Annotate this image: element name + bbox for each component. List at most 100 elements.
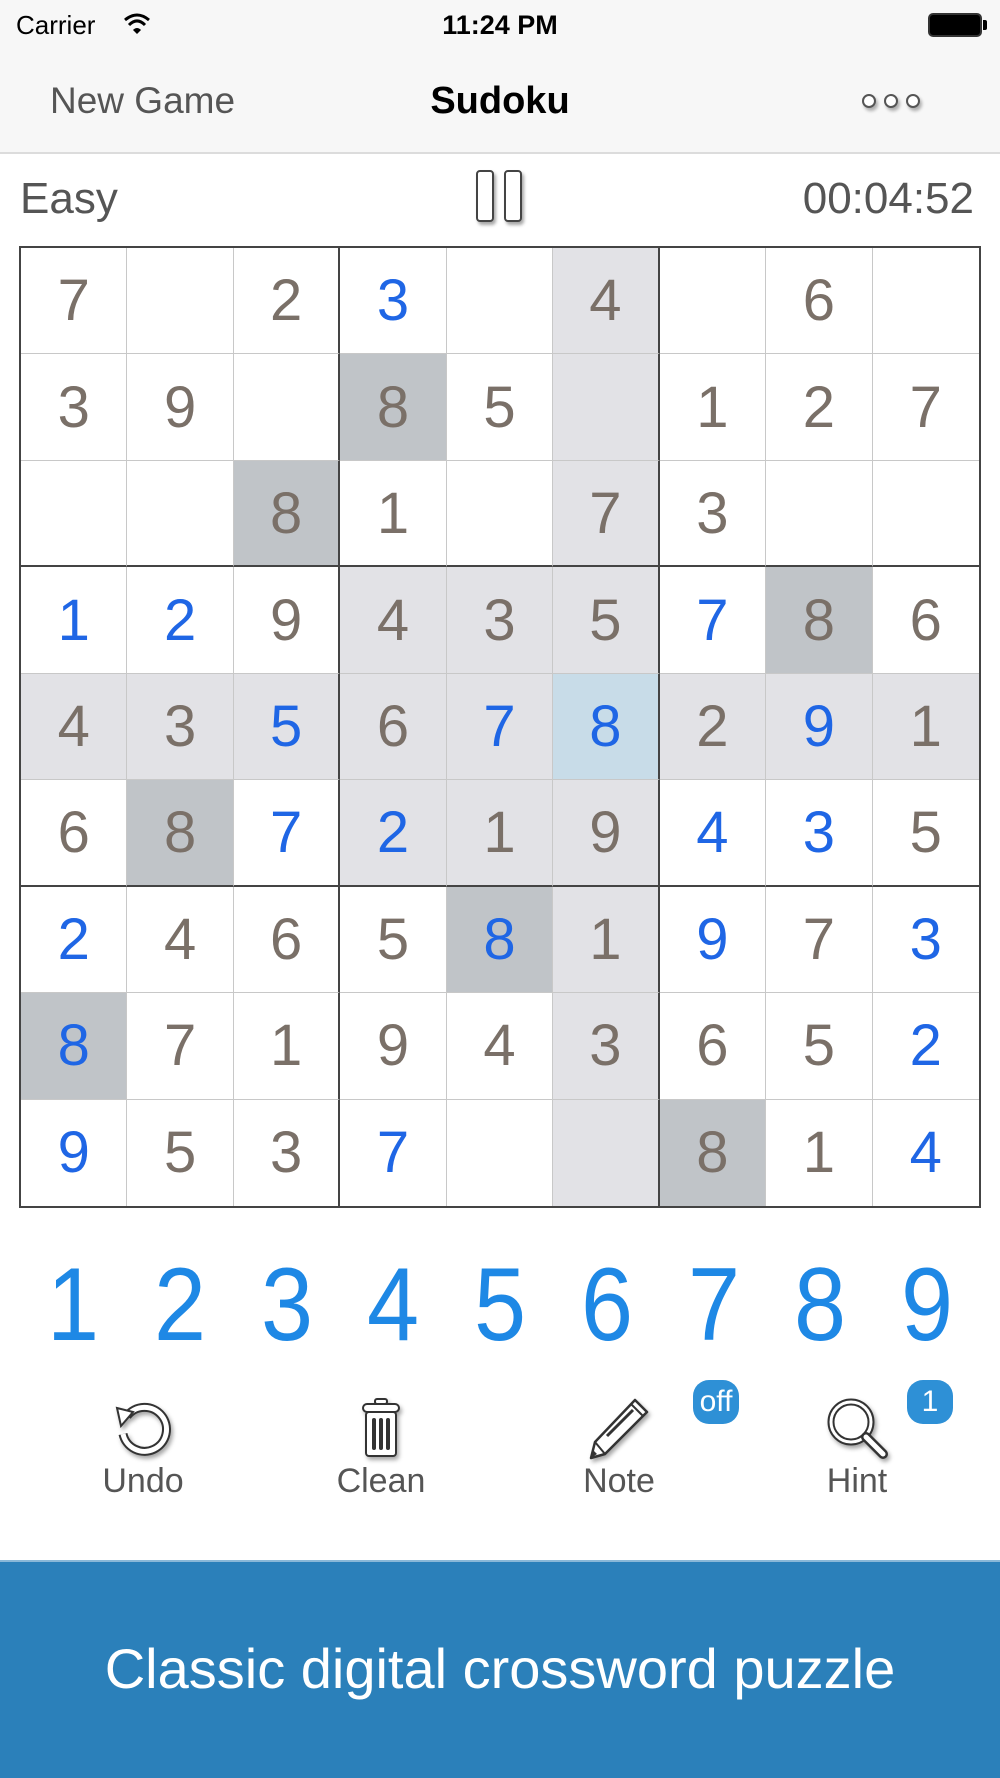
sudoku-cell[interactable]: 3 [127,673,234,781]
number-key-9[interactable]: 9 [879,1250,974,1360]
sudoku-cell[interactable]: 4 [446,993,554,1100]
sudoku-cell[interactable]: 8 [340,354,447,461]
sudoku-cell[interactable]: 1 [872,673,979,781]
sudoku-cell[interactable]: 2 [766,354,873,461]
sudoku-cell[interactable]: 6 [872,567,979,674]
sudoku-cell[interactable]: 7 [340,1099,447,1206]
sudoku-cell[interactable]: 6 [659,993,767,1100]
number-key-1[interactable]: 1 [25,1250,120,1360]
sudoku-cell[interactable]: 7 [21,248,128,355]
sudoku-cell[interactable]: 1 [659,354,767,461]
promo-banner[interactable]: Classic digital crossword puzzle [0,1560,1000,1778]
sudoku-cell[interactable] [446,460,554,568]
number-key-8[interactable]: 8 [773,1250,868,1360]
sudoku-cell[interactable]: 6 [233,886,341,994]
sudoku-cell[interactable] [872,248,979,355]
sudoku-cell[interactable] [872,460,979,568]
sudoku-cell[interactable]: 4 [340,567,447,674]
number-key-6[interactable]: 6 [559,1250,654,1360]
sudoku-cell[interactable] [446,1099,554,1206]
undo-button[interactable]: Undo [63,1392,223,1522]
sudoku-cell[interactable]: 4 [21,673,128,781]
pause-button[interactable] [474,170,528,226]
sudoku-cell[interactable]: 7 [127,993,234,1100]
sudoku-cell[interactable]: 4 [553,248,660,355]
sudoku-cell[interactable]: 7 [872,354,979,461]
number-key-5[interactable]: 5 [452,1250,547,1360]
sudoku-cell[interactable]: 8 [766,567,873,674]
sudoku-cell[interactable]: 6 [21,780,128,887]
sudoku-cell[interactable]: 3 [659,460,767,568]
sudoku-cell[interactable]: 8 [233,460,341,568]
sudoku-cell[interactable]: 8 [446,886,554,994]
sudoku-cell[interactable] [233,354,341,461]
number-key-7[interactable]: 7 [666,1250,761,1360]
number-key-2[interactable]: 2 [132,1250,227,1360]
sudoku-cell[interactable] [659,248,767,355]
sudoku-cell[interactable]: 8 [553,673,660,781]
sudoku-cell[interactable]: 8 [659,1099,767,1206]
sudoku-cell[interactable]: 3 [766,780,873,887]
sudoku-cell[interactable]: 7 [446,673,554,781]
sudoku-cell[interactable] [127,248,234,355]
number-key-4[interactable]: 4 [346,1250,441,1360]
sudoku-cell[interactable]: 3 [446,567,554,674]
sudoku-cell[interactable] [553,354,660,461]
sudoku-cell[interactable]: 3 [233,1099,341,1206]
sudoku-cell[interactable]: 3 [21,354,128,461]
sudoku-cell[interactable]: 2 [340,780,447,887]
sudoku-cell[interactable]: 2 [127,567,234,674]
sudoku-cell[interactable]: 7 [659,567,767,674]
sudoku-cell[interactable]: 5 [553,567,660,674]
sudoku-cell[interactable]: 6 [340,673,447,781]
sudoku-cell[interactable]: 9 [659,886,767,994]
sudoku-cell[interactable] [553,1099,660,1206]
sudoku-cell[interactable]: 9 [127,354,234,461]
clean-label: Clean [336,1462,426,1500]
sudoku-cell[interactable]: 5 [127,1099,234,1206]
sudoku-cell[interactable]: 2 [233,248,341,355]
sudoku-cell[interactable]: 5 [766,993,873,1100]
sudoku-cell[interactable]: 3 [553,993,660,1100]
sudoku-cell[interactable] [446,248,554,355]
sudoku-cell[interactable]: 1 [553,886,660,994]
sudoku-cell[interactable] [766,460,873,568]
pause-icon [504,170,522,222]
sudoku-cell[interactable] [21,460,128,568]
sudoku-cell[interactable]: 1 [21,567,128,674]
sudoku-cell[interactable]: 4 [127,886,234,994]
sudoku-cell[interactable]: 7 [233,780,341,887]
sudoku-cell[interactable]: 6 [766,248,873,355]
sudoku-cell[interactable]: 5 [233,673,341,781]
sudoku-cell[interactable]: 9 [21,1099,128,1206]
more-menu-button[interactable] [862,90,938,114]
sudoku-cell[interactable]: 5 [446,354,554,461]
sudoku-cell[interactable]: 9 [233,567,341,674]
sudoku-cell[interactable]: 2 [21,886,128,994]
sudoku-cell[interactable]: 2 [872,993,979,1100]
sudoku-cell[interactable]: 5 [340,886,447,994]
sudoku-cell[interactable]: 4 [872,1099,979,1206]
sudoku-cell[interactable]: 1 [766,1099,873,1206]
sudoku-cell[interactable]: 1 [340,460,447,568]
sudoku-cell[interactable]: 5 [872,780,979,887]
sudoku-cell[interactable]: 9 [766,673,873,781]
sudoku-cell[interactable]: 9 [340,993,447,1100]
clean-button[interactable]: Clean [301,1392,461,1522]
sudoku-cell[interactable]: 2 [659,673,767,781]
sudoku-cell[interactable]: 3 [872,886,979,994]
new-game-button[interactable]: New Game [50,80,235,122]
hint-button[interactable]: Hint 1 [777,1380,953,1522]
sudoku-cell[interactable]: 7 [766,886,873,994]
note-button[interactable]: Note off [539,1380,739,1522]
sudoku-cell[interactable]: 1 [233,993,341,1100]
sudoku-cell[interactable]: 8 [21,993,128,1100]
sudoku-cell[interactable]: 8 [127,780,234,887]
sudoku-cell[interactable] [127,460,234,568]
sudoku-cell[interactable]: 3 [340,248,447,355]
sudoku-cell[interactable]: 7 [553,460,660,568]
sudoku-cell[interactable]: 9 [553,780,660,887]
number-key-3[interactable]: 3 [239,1250,334,1360]
sudoku-cell[interactable]: 4 [659,780,767,887]
sudoku-cell[interactable]: 1 [446,780,554,887]
